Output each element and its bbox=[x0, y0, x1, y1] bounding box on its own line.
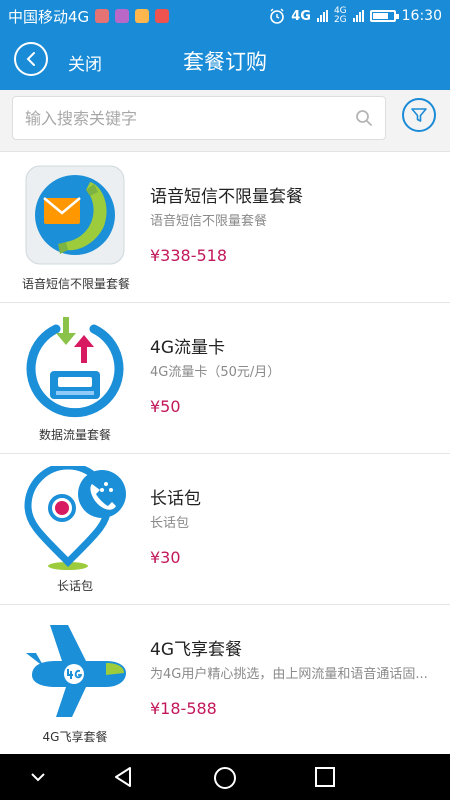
status-right: 4G 4G 2G 16:30 bbox=[269, 7, 442, 25]
chevron-down-icon[interactable] bbox=[30, 772, 46, 782]
data-traffic-icon bbox=[26, 317, 124, 418]
product-title: 语音短信不限量套餐 bbox=[150, 187, 303, 207]
long-distance-pin-icon bbox=[24, 462, 126, 570]
close-button[interactable]: 关闭 bbox=[68, 50, 102, 75]
product-price: ¥50 bbox=[150, 397, 181, 416]
search-box bbox=[12, 96, 386, 140]
status-left: 中国移动4G bbox=[8, 6, 170, 27]
notification-icon bbox=[95, 9, 110, 23]
alarm-icon bbox=[270, 8, 285, 24]
product-list: 语音短信不限量套餐 语音短信不限量套餐 语音短信不限量套餐 ¥338-518 数… bbox=[0, 152, 450, 756]
signal-icon bbox=[316, 10, 328, 22]
product-thumbnail: 语音短信不限量套餐 bbox=[22, 164, 131, 294]
product-item-voice-sms[interactable]: 语音短信不限量套餐 语音短信不限量套餐 语音短信不限量套餐 ¥338-518 bbox=[0, 152, 450, 303]
product-description: 语音短信不限量套餐 bbox=[150, 214, 268, 229]
product-title: 4G流量卡 bbox=[150, 338, 225, 358]
filter-icon bbox=[411, 108, 427, 122]
app-bar: 关闭 套餐订购 bbox=[0, 32, 450, 90]
thumbnail-caption: 长话包 bbox=[56, 579, 93, 593]
home-nav-icon[interactable] bbox=[213, 766, 237, 790]
thumbnail-caption: 语音短信不限量套餐 bbox=[22, 277, 131, 291]
product-thumbnail: 数据流量套餐 bbox=[22, 315, 128, 445]
back-nav-icon[interactable] bbox=[112, 766, 134, 788]
product-description: 长话包 bbox=[150, 516, 190, 531]
product-title: 4G飞享套餐 bbox=[150, 640, 242, 660]
app-notification-icon bbox=[135, 9, 150, 23]
product-description: 4G流量卡（50元/月） bbox=[150, 365, 281, 380]
clock: 16:30 bbox=[401, 8, 442, 24]
battery-icon bbox=[369, 10, 399, 22]
gallery-notification-icon bbox=[115, 9, 130, 23]
back-button[interactable] bbox=[14, 42, 48, 76]
thumbnail-caption: 数据流量套餐 bbox=[38, 428, 111, 442]
search-input[interactable] bbox=[25, 97, 345, 139]
search-bar bbox=[0, 90, 450, 152]
carrier-label: 中国移动4G bbox=[8, 7, 90, 26]
huawei-notification-icon bbox=[155, 9, 170, 23]
product-item-4g-data-card[interactable]: 数据流量套餐 4G流量卡 4G流量卡（50元/月） ¥50 bbox=[0, 303, 450, 454]
thumbnail-caption: 4G飞享套餐 bbox=[42, 730, 108, 744]
network-type: 4G bbox=[291, 8, 311, 24]
system-nav-bar bbox=[0, 754, 450, 800]
product-price: ¥30 bbox=[150, 548, 181, 567]
chevron-left-icon bbox=[26, 52, 35, 66]
product-thumbnail: 长话包 bbox=[22, 462, 128, 596]
product-item-4g-feixiang[interactable]: 4G飞享套餐 4G飞享套餐 为4G用户精心挑选，由上网流量和语音通话固... ¥… bbox=[0, 605, 450, 756]
product-thumbnail: 4G飞享套餐 bbox=[22, 617, 128, 747]
filter-button[interactable] bbox=[402, 98, 436, 132]
recents-nav-icon[interactable] bbox=[314, 766, 336, 788]
product-item-long-distance[interactable]: 长话包 长话包 长话包 ¥30 bbox=[0, 454, 450, 605]
status-bar: 中国移动4G 4G 4G 2G 16:30 bbox=[0, 0, 450, 32]
airplane-icon bbox=[26, 625, 126, 717]
network-tertiary: 2G bbox=[333, 15, 347, 25]
signal-icon-2 bbox=[352, 10, 364, 22]
product-price: ¥18-588 bbox=[150, 699, 217, 718]
product-price: ¥338-518 bbox=[150, 246, 228, 265]
product-title: 长话包 bbox=[150, 489, 201, 509]
search-icon[interactable] bbox=[355, 109, 373, 127]
dual-network-label: 4G 2G bbox=[334, 7, 347, 25]
product-description: 为4G用户精心挑选，由上网流量和语音通话固... bbox=[150, 667, 428, 682]
voice-sms-icon bbox=[25, 165, 125, 265]
